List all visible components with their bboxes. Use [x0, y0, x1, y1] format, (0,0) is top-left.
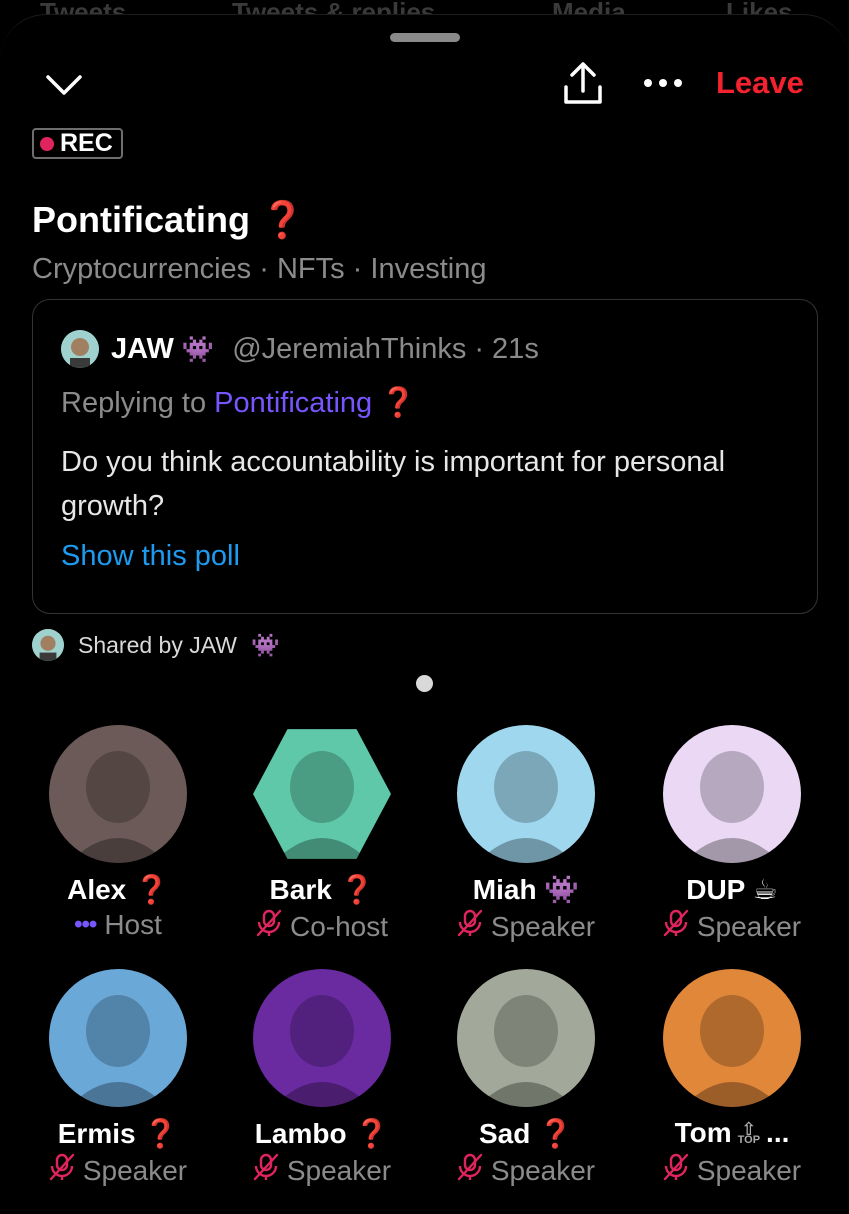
- top-badge-label: TOP: [737, 1133, 761, 1146]
- author-handle[interactable]: @JeremiahThinks: [232, 333, 466, 366]
- participant-role-row: Speaker: [426, 1153, 626, 1188]
- participant-name: Alex: [67, 874, 127, 905]
- replying-emoji: ❓: [380, 387, 417, 419]
- participant-name: Bark: [269, 874, 332, 905]
- replying-prefix: Replying to: [61, 387, 207, 419]
- replying-to-line: Replying to Pontificating ❓: [61, 386, 416, 420]
- participant-avatar[interactable]: [253, 969, 391, 1107]
- space-title-emoji: ❓: [260, 199, 305, 240]
- participant-avatar[interactable]: [663, 725, 801, 863]
- participant-name: Tom: [674, 1117, 732, 1148]
- participant-role: Speaker: [286, 1154, 392, 1186]
- participant-role: Speaker: [696, 910, 802, 942]
- participant-role: Speaker: [696, 1154, 802, 1186]
- space-title-text: Pontificating: [32, 199, 250, 240]
- participant-emoji: ❓: [134, 874, 169, 905]
- participant-name: Miah: [472, 874, 537, 905]
- mic-off-icon: [663, 1153, 689, 1188]
- participant-role-row: Speaker: [632, 909, 832, 944]
- participant-tile[interactable]: Lambo ❓ Speaker: [222, 969, 422, 1188]
- shared-by-row: Shared by JAW 👾: [32, 629, 280, 661]
- alien-emoji-icon: 👾: [181, 333, 215, 364]
- pinned-tweet-card[interactable]: JAW 👾 @JeremiahThinks · 21s Replying to …: [32, 299, 818, 614]
- participant-tile[interactable]: Alex ❓ ••• Host: [18, 725, 218, 941]
- participant-tile[interactable]: Ermis ❓ Speaker: [18, 969, 218, 1188]
- author-avatar[interactable]: [61, 330, 99, 368]
- participant-name-row: Sad ❓: [426, 1117, 626, 1151]
- more-options-icon[interactable]: [642, 73, 684, 93]
- author-name[interactable]: JAW: [111, 333, 174, 366]
- participant-avatar[interactable]: [253, 729, 391, 859]
- participant-role: Speaker: [490, 1154, 596, 1186]
- show-poll-link[interactable]: Show this poll: [61, 540, 240, 573]
- participant-name: Sad: [478, 1118, 531, 1149]
- recording-dot-icon: [40, 136, 54, 151]
- participant-emoji: ❓: [538, 1118, 573, 1149]
- scroll-top-icon[interactable]: ⇧ TOP: [737, 1120, 761, 1146]
- participant-emoji: ☕: [752, 874, 778, 905]
- participant-role-row: Speaker: [222, 1153, 422, 1188]
- space-topics: Cryptocurrencies · NFTs · Investing: [32, 253, 487, 285]
- sharer-avatar[interactable]: [32, 629, 64, 661]
- participant-name-row: Bark ❓: [222, 873, 422, 907]
- alien-emoji-icon: 👾: [250, 631, 280, 658]
- participant-tile[interactable]: Bark ❓ Co-host: [222, 725, 422, 944]
- participant-name-row: DUP ☕: [632, 873, 832, 907]
- tweet-header: JAW 👾 @JeremiahThinks · 21s: [61, 330, 539, 368]
- participant-name-row: Miah 👾: [426, 873, 626, 907]
- leave-button[interactable]: Leave: [716, 65, 804, 101]
- mic-off-icon: [49, 1153, 75, 1188]
- space-title: Pontificating ❓: [32, 199, 305, 241]
- page-indicator-dot: [416, 675, 433, 692]
- participant-tile[interactable]: Sad ❓ Speaker: [426, 969, 626, 1188]
- recording-badge: REC: [32, 128, 123, 159]
- participant-name: Ermis: [57, 1118, 136, 1149]
- participant-name-row: Tom ⇧ TOP...: [632, 1117, 832, 1151]
- participant-role-row: ••• Host: [18, 909, 218, 941]
- participant-role-row: Speaker: [426, 909, 626, 944]
- participant-avatar[interactable]: [49, 725, 187, 863]
- mic-off-icon: [457, 909, 483, 944]
- participant-role: Host: [104, 909, 162, 940]
- participant-name-row: Alex ❓: [18, 873, 218, 907]
- participant-role: Speaker: [490, 910, 596, 942]
- replying-to-link[interactable]: Pontificating: [214, 387, 372, 419]
- participant-avatar[interactable]: [457, 969, 595, 1107]
- speaking-indicator-icon: •••: [74, 911, 97, 938]
- share-icon[interactable]: [562, 61, 604, 107]
- participant-role: Co-host: [289, 910, 389, 942]
- mic-off-icon: [253, 1153, 279, 1188]
- participant-emoji: ...: [766, 1117, 790, 1148]
- drag-handle[interactable]: [390, 33, 460, 42]
- participant-avatar[interactable]: [457, 725, 595, 863]
- space-sheet: Leave REC Pontificating ❓ Cryptocurrenci…: [0, 14, 849, 1214]
- mic-off-icon: [457, 1153, 483, 1188]
- rec-label: REC: [60, 129, 113, 157]
- participant-emoji: ❓: [143, 1118, 179, 1149]
- participant-emoji: 👾: [544, 874, 580, 905]
- participant-avatar[interactable]: [663, 969, 801, 1107]
- participant-tile[interactable]: Miah 👾 Speaker: [426, 725, 626, 944]
- participant-tile[interactable]: DUP ☕ Speaker: [632, 725, 832, 944]
- participant-name-row: Lambo ❓: [222, 1117, 422, 1151]
- participant-role-row: Co-host: [222, 909, 422, 944]
- participant-avatar[interactable]: [49, 969, 187, 1107]
- tweet-body: Do you think accountability is important…: [61, 446, 726, 522]
- tweet-time: · 21s: [474, 332, 539, 365]
- participant-role-row: Speaker: [632, 1153, 832, 1188]
- participant-role: Speaker: [82, 1154, 188, 1186]
- participant-name: Lambo: [254, 1118, 347, 1149]
- shared-by-label: Shared by JAW: [78, 631, 237, 658]
- participant-name: DUP: [686, 874, 745, 905]
- chevron-down-icon[interactable]: [44, 67, 84, 103]
- participant-tile[interactable]: Tom ⇧ TOP... Speaker: [632, 969, 832, 1188]
- participant-emoji: ❓: [354, 1118, 390, 1149]
- participant-name-row: Ermis ❓: [18, 1117, 218, 1151]
- mic-off-icon: [256, 909, 282, 944]
- participant-emoji: ❓: [339, 874, 375, 905]
- mic-off-icon: [663, 909, 689, 944]
- participant-role-row: Speaker: [18, 1153, 218, 1188]
